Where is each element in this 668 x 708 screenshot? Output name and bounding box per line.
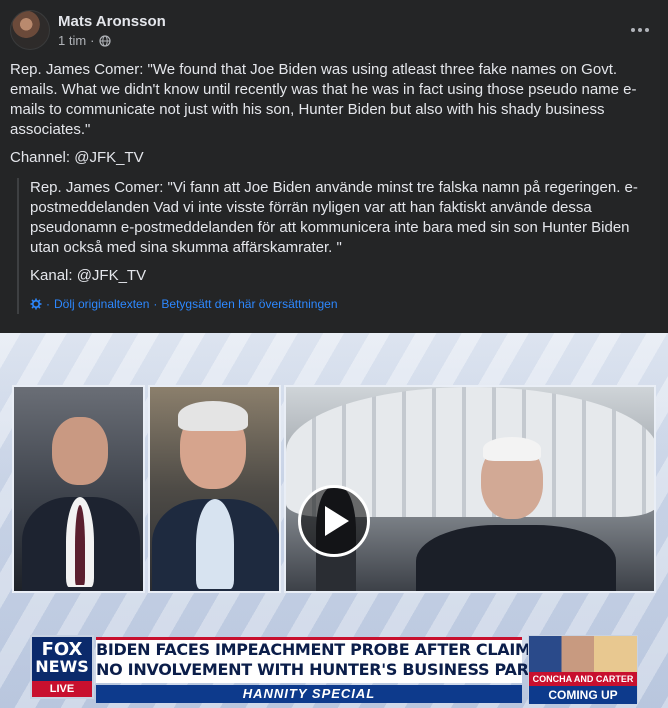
hide-original-link[interactable]: Dölj originaltexten bbox=[54, 294, 149, 314]
gear-icon bbox=[30, 298, 42, 310]
news-chyron: FOX NEWS LIVE BIDEN FACES IMPEACHMENT PR… bbox=[0, 631, 668, 708]
video-panel-middle bbox=[148, 385, 281, 593]
show-name-bar: HANNITY SPECIAL bbox=[96, 685, 522, 703]
action-separator: · bbox=[153, 297, 158, 311]
action-separator: · bbox=[46, 297, 50, 311]
play-button[interactable] bbox=[298, 485, 370, 557]
coming-up-thumbnail bbox=[529, 636, 637, 672]
translation-paragraph: Rep. James Comer: "Vi fann att Joe Biden… bbox=[30, 179, 638, 256]
post-header: Mats Aronsson 1 tim · bbox=[10, 10, 658, 50]
post-paragraph: Channel: @JFK_TV bbox=[10, 149, 144, 166]
fox-news-logo: FOX NEWS LIVE bbox=[30, 635, 94, 699]
play-icon bbox=[325, 506, 349, 536]
meta-separator: · bbox=[90, 33, 95, 48]
translation-paragraph: Kanal: @JFK_TV bbox=[30, 267, 147, 284]
more-icon bbox=[631, 28, 635, 32]
video-panel-left bbox=[12, 385, 145, 593]
coming-up-label: COMING UP bbox=[529, 686, 637, 704]
video-player[interactable]: FOX NEWS LIVE BIDEN FACES IMPEACHMENT PR… bbox=[0, 333, 668, 708]
headline-line-1: BIDEN FACES IMPEACHMENT PROBE AFTER CLAI… bbox=[96, 640, 563, 659]
author-name[interactable]: Mats Aronsson bbox=[58, 13, 166, 30]
avatar[interactable] bbox=[10, 10, 50, 50]
logo-news-text: NEWS bbox=[35, 657, 89, 676]
live-badge: LIVE bbox=[32, 681, 92, 697]
headline-box: BIDEN FACES IMPEACHMENT PROBE AFTER CLAI… bbox=[96, 637, 586, 683]
rate-translation-link[interactable]: Betygsätt den här översättningen bbox=[161, 294, 337, 314]
post-meta: 1 tim · bbox=[58, 33, 111, 48]
coming-up-names: CONCHA AND CARTER bbox=[529, 672, 637, 686]
more-options-button[interactable] bbox=[622, 12, 658, 48]
coming-up-box: CONCHA AND CARTER COMING UP bbox=[528, 635, 638, 704]
post-paragraph: Rep. James Comer: "We found that Joe Bid… bbox=[10, 61, 637, 138]
post-text: Rep. James Comer: "We found that Joe Bid… bbox=[10, 60, 650, 176]
headline-line-2: NO INVOLVEMENT WITH HUNTER'S BUSINESS PA… bbox=[96, 660, 586, 679]
translation-block: Rep. James Comer: "Vi fann att Joe Biden… bbox=[17, 178, 651, 314]
globe-icon[interactable] bbox=[98, 34, 111, 47]
post-time[interactable]: 1 tim bbox=[58, 33, 86, 48]
translation-actions: · Dölj originaltexten · Betygsätt den hä… bbox=[30, 294, 651, 314]
